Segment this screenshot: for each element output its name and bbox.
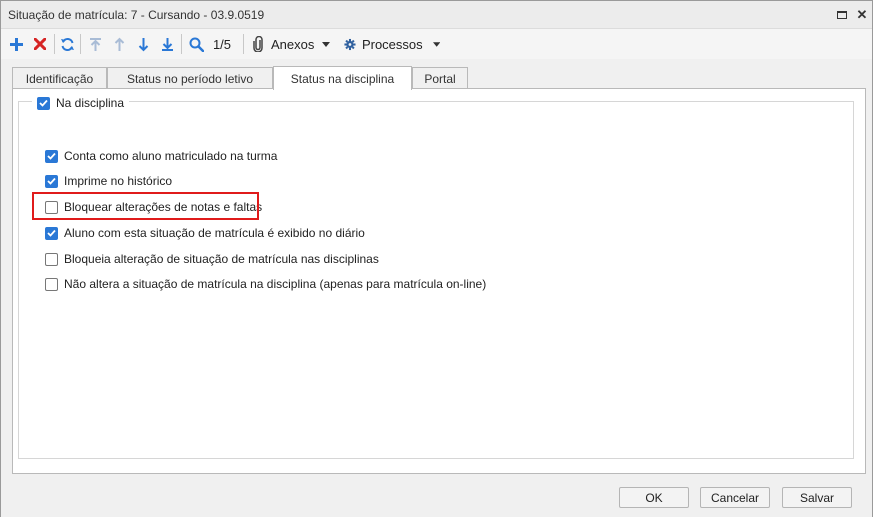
option-exibido-diario[interactable]: Aluno com esta situação de matrícula é e…: [45, 225, 365, 241]
option-nao-altera-situacao[interactable]: Não altera a situação de matrícula na di…: [45, 276, 486, 292]
record-position: 1/5: [212, 36, 232, 52]
tab-status-disciplina[interactable]: Status na disciplina: [273, 66, 412, 90]
group-legend[interactable]: Na disciplina: [32, 95, 130, 111]
option-label: Bloqueia alteração de situação de matríc…: [64, 252, 379, 266]
na-disciplina-label: Na disciplina: [56, 96, 125, 110]
delete-x-icon: [34, 38, 46, 50]
dialog-window: Situação de matrícula: 7 - Cursando - 03…: [0, 0, 873, 517]
checkbox[interactable]: [45, 174, 58, 188]
checkbox[interactable]: [45, 149, 58, 163]
refresh-button[interactable]: [58, 33, 76, 55]
arrow-down-icon: [138, 37, 148, 51]
na-disciplina-checkbox[interactable]: [37, 96, 50, 110]
tab-status-periodo-letivo[interactable]: Status no período letivo: [107, 67, 273, 89]
option-label: Conta como aluno matriculado na turma: [64, 149, 278, 163]
option-bloqueia-alteracao-situacao[interactable]: Bloqueia alteração de situação de matríc…: [45, 251, 379, 267]
checkbox[interactable]: [45, 277, 58, 291]
anexos-label: Anexos: [271, 36, 315, 52]
close-button[interactable]: ✕: [855, 8, 869, 22]
checkmark-icon: [47, 177, 56, 185]
checkbox[interactable]: [45, 252, 58, 266]
option-conta-aluno-matriculado[interactable]: Conta como aluno matriculado na turma: [45, 148, 277, 164]
option-label: Não altera a situação de matrícula na di…: [64, 277, 487, 291]
option-label: Imprime no histórico: [64, 174, 173, 188]
highlight-annotation: [32, 192, 259, 220]
refresh-icon: [60, 37, 74, 51]
previous-record-button[interactable]: [110, 33, 128, 55]
processos-label: Processos: [361, 36, 423, 52]
window-title: Situação de matrícula: 7 - Cursando - 03…: [8, 8, 265, 22]
last-record-button[interactable]: [158, 33, 176, 55]
save-button[interactable]: Salvar: [782, 487, 852, 508]
chevron-down-icon: [322, 41, 331, 47]
arrow-up-icon: [114, 37, 124, 51]
ok-button[interactable]: OK: [619, 487, 689, 508]
arrow-to-top-icon: [89, 37, 101, 51]
next-record-button[interactable]: [134, 33, 152, 55]
delete-button[interactable]: [31, 33, 49, 55]
checkmark-icon: [47, 229, 56, 237]
add-button[interactable]: [7, 33, 25, 55]
paperclip-icon: [253, 36, 263, 52]
arrow-to-bottom-icon: [161, 37, 173, 51]
search-button[interactable]: [185, 33, 207, 55]
gear-icon: [344, 38, 356, 50]
option-imprime-historico[interactable]: Imprime no histórico: [45, 173, 172, 189]
maximize-button[interactable]: [835, 8, 849, 22]
first-record-button[interactable]: [86, 33, 104, 55]
checkmark-icon: [39, 99, 48, 107]
tab-portal[interactable]: Portal: [412, 67, 468, 89]
checkbox[interactable]: [45, 226, 58, 240]
anexos-menu[interactable]: Anexos: [253, 33, 335, 55]
toolbar: 1/5 Anexos Processos: [1, 29, 872, 59]
chevron-down-icon: [432, 41, 440, 47]
search-icon: [189, 37, 204, 52]
maximize-icon: [837, 11, 847, 19]
title-bar[interactable]: Situação de matrícula: 7 - Cursando - 03…: [1, 1, 872, 29]
option-label: Aluno com esta situação de matrícula é e…: [64, 226, 365, 240]
tab-identificacao[interactable]: Identificação: [12, 67, 107, 89]
plus-icon: [9, 37, 23, 51]
processos-menu[interactable]: Processos: [344, 33, 440, 55]
checkmark-icon: [47, 152, 56, 160]
cancel-button[interactable]: Cancelar: [700, 487, 770, 508]
